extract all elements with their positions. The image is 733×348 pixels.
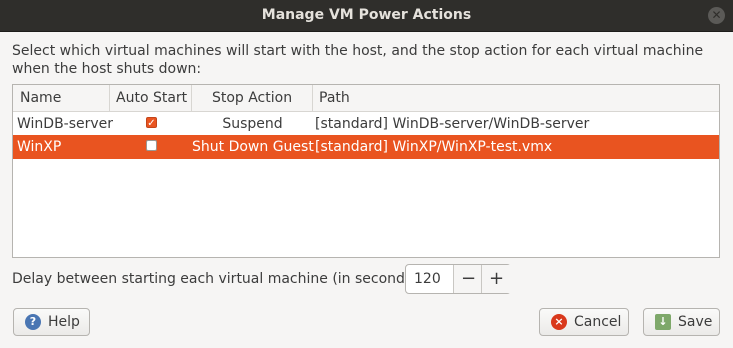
vm-path: [standard] WinXP/WinXP-test.vmx: [315, 139, 553, 155]
delay-value[interactable]: 120: [414, 265, 441, 293]
instructions-text: Select which virtual machines will start…: [12, 43, 704, 77]
column-header-auto-start[interactable]: Auto Start: [110, 85, 192, 111]
table-row[interactable]: WinXP Shut Down Guest [standard] WinXP/W…: [13, 135, 719, 159]
window-title: Manage VM Power Actions: [261, 7, 472, 23]
close-icon[interactable]: ✕: [708, 7, 725, 24]
delay-label: Delay between starting each virtual mach…: [12, 271, 423, 287]
column-header-path[interactable]: Path: [313, 85, 719, 111]
vm-name: WinXP: [17, 139, 62, 155]
cancel-label: Cancel: [574, 314, 622, 330]
vm-path: [standard] WinDB-server/WinDB-server: [315, 116, 590, 132]
cancel-button[interactable]: × Cancel: [539, 308, 629, 336]
save-button[interactable]: ↓ Save: [643, 308, 720, 336]
column-header-name[interactable]: Name: [13, 85, 110, 111]
delay-spinbutton[interactable]: 120 − +: [405, 264, 511, 294]
stop-action[interactable]: Suspend: [192, 112, 313, 136]
vm-table: Name Auto Start Stop Action Path WinDB-s…: [12, 84, 720, 258]
dialog-window: Manage VM Power Actions ✕ Select which v…: [0, 0, 733, 348]
decrement-button[interactable]: −: [453, 265, 483, 293]
column-header-stop-action[interactable]: Stop Action: [192, 85, 313, 111]
auto-start-checkbox[interactable]: [146, 140, 157, 151]
cancel-icon: ×: [551, 314, 567, 330]
increment-button[interactable]: +: [481, 265, 511, 293]
help-button[interactable]: ? Help: [13, 308, 90, 336]
table-row[interactable]: WinDB-server ✓ Suspend [standard] WinDB-…: [13, 112, 719, 136]
table-header: Name Auto Start Stop Action Path: [13, 85, 719, 112]
stop-action[interactable]: Shut Down Guest: [192, 135, 314, 159]
title-bar[interactable]: Manage VM Power Actions ✕: [0, 0, 733, 32]
help-label: Help: [48, 314, 80, 330]
save-label: Save: [678, 314, 713, 330]
help-icon: ?: [25, 314, 41, 330]
vm-name: WinDB-server: [17, 116, 114, 132]
save-icon: ↓: [655, 314, 671, 330]
auto-start-checkbox[interactable]: ✓: [146, 117, 157, 129]
